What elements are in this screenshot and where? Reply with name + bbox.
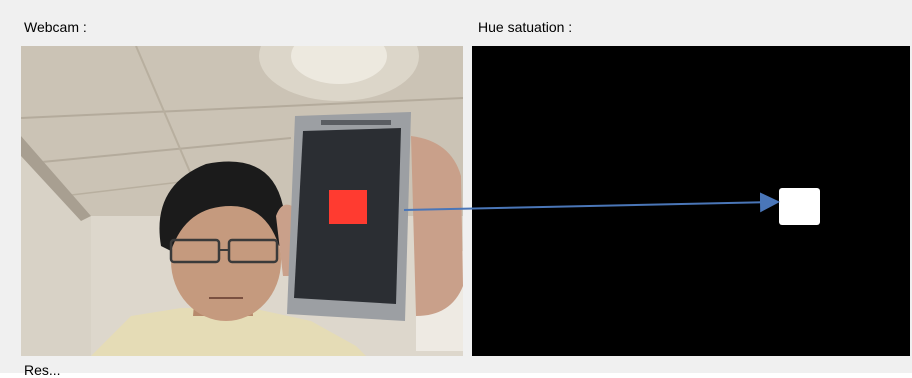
hue-saturation-view <box>472 46 910 356</box>
webcam-view <box>21 46 463 356</box>
result-label: Res... <box>24 362 61 378</box>
hue-saturation-label: Hue satuation : <box>478 19 573 35</box>
app-window: Webcam : Hue satuation : Res... <box>0 0 912 378</box>
webcam-frame-image <box>21 46 463 356</box>
webcam-label: Webcam : <box>24 19 87 35</box>
detected-white-region <box>779 188 820 225</box>
